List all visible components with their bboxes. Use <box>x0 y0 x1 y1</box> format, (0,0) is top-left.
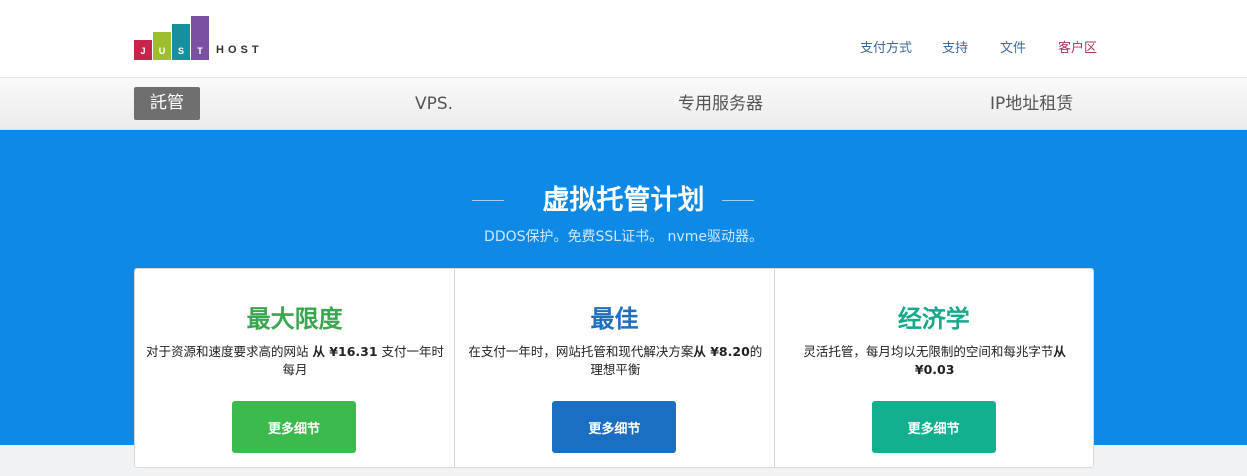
nav-hosting[interactable]: 託管 <box>134 87 200 120</box>
more-details-button[interactable]: 更多细节 <box>232 401 356 453</box>
nav-dedicated-servers[interactable]: 专用服务器 <box>678 78 763 130</box>
plan-desc-text: 灵活托管，每月均以无限制的空间和每兆字节 <box>803 344 1054 359</box>
plan-card-economy: 经济学 灵活托管，每月均以无限制的空间和每兆字节从 ¥0.03 更多细节 <box>773 269 1093 467</box>
more-details-button[interactable]: 更多细节 <box>871 401 996 453</box>
plan-title: 最大限度 <box>246 305 343 333</box>
logo-host-text: HOST <box>216 44 263 56</box>
logo-letter-t: T <box>191 16 209 60</box>
more-details-button[interactable]: 更多细节 <box>552 401 677 453</box>
logo-letter-j: J <box>134 40 152 60</box>
plan-card-maximum: 最大限度 对于资源和速度要求高的网站 从 ¥16.31 支付一年时每月 更多细节 <box>135 269 454 467</box>
plan-title: 最佳 <box>590 305 639 333</box>
plan-desc-text: 对于资源和速度要求高的网站 <box>145 344 313 359</box>
nav-ip-rental[interactable]: IP地址租赁 <box>990 78 1073 130</box>
hero-title: 虚拟托管计划 <box>542 185 705 216</box>
link-client-area[interactable]: 客户区 <box>1058 37 1097 56</box>
logo-letter-u: U <box>153 32 171 60</box>
link-payment-methods[interactable]: 支付方式 <box>860 37 912 56</box>
plan-price: 从 ¥8.20 <box>693 344 750 359</box>
plan-card-optimal: 最佳 在支付一年时，网站托管和现代解决方案从 ¥8.20的理想平衡 更多细节 <box>454 269 773 467</box>
main-nav: 託管 VPS. 专用服务器 IP地址租赁 <box>0 78 1247 130</box>
plan-description: 在支付一年时，网站托管和现代解决方案从 ¥8.20的理想平衡 <box>463 343 767 379</box>
plan-title: 经济学 <box>897 305 970 333</box>
plan-description: 灵活托管，每月均以无限制的空间和每兆字节从 ¥0.03 <box>783 343 1087 379</box>
justhost-logo[interactable]: J U S T HOST <box>134 16 284 60</box>
link-documents[interactable]: 文件 <box>1000 37 1026 56</box>
plan-cards: 最大限度 对于资源和速度要求高的网站 从 ¥16.31 支付一年时每月 更多细节… <box>134 268 1094 468</box>
link-support[interactable]: 支持 <box>942 37 968 56</box>
nav-vps[interactable]: VPS. <box>415 78 453 130</box>
top-header: J U S T HOST 支付方式 支持 文件 客户区 <box>0 0 1247 78</box>
logo-letter-s: S <box>172 24 190 60</box>
hero-subtitle: DDOS保护。免费SSL证书。 nvme驱动器。 <box>484 229 763 245</box>
plan-price: 从 ¥16.31 <box>312 344 378 359</box>
title-divider-right <box>722 200 754 201</box>
plan-desc-text: 在支付一年时，网站托管和现代解决方案 <box>468 344 694 359</box>
plan-description: 对于资源和速度要求高的网站 从 ¥16.31 支付一年时每月 <box>143 343 447 379</box>
